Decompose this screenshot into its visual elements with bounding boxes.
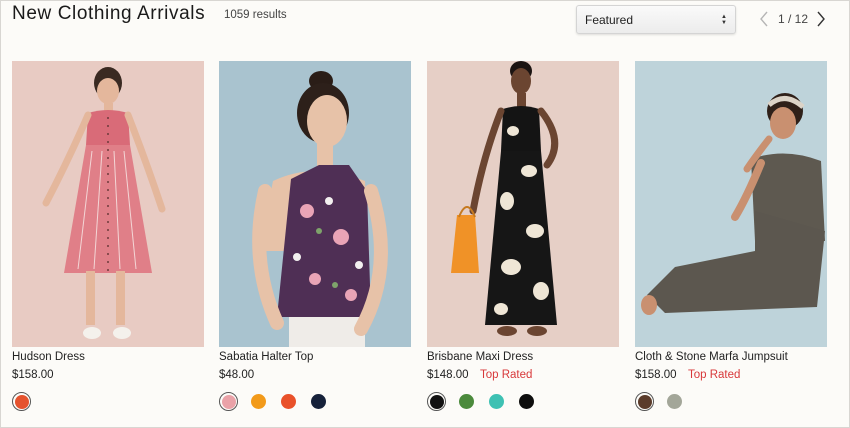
previous-page-button[interactable] [758, 10, 770, 28]
color-swatch[interactable] [249, 392, 268, 411]
sort-selected-value: Featured [585, 12, 634, 27]
product-name[interactable]: Brisbane Maxi Dress [427, 351, 533, 363]
color-swatch[interactable] [12, 392, 31, 411]
chevron-left-icon [760, 11, 768, 27]
top-rated-badge: Top Rated [688, 369, 741, 381]
color-swatch[interactable] [517, 392, 536, 411]
color-swatch[interactable] [219, 392, 238, 411]
product-image[interactable] [12, 61, 204, 347]
color-swatch[interactable] [457, 392, 476, 411]
product-name[interactable]: Sabatia Halter Top [219, 351, 313, 363]
product-card[interactable]: Brisbane Maxi Dress $148.00 Top Rated [427, 61, 619, 411]
product-price: $148.00 [427, 369, 469, 381]
color-swatches [219, 392, 339, 411]
product-card[interactable]: Hudson Dress $158.00 [12, 61, 204, 411]
color-swatch[interactable] [427, 392, 446, 411]
product-price: $158.00 [12, 369, 54, 381]
select-arrows-icon: ▲ ▼ [721, 13, 727, 26]
color-swatch[interactable] [309, 392, 328, 411]
product-price: $158.00 [635, 369, 677, 381]
product-name[interactable]: Cloth & Stone Marfa Jumpsuit [635, 351, 788, 363]
color-swatches [12, 392, 42, 411]
page-indicator: 1 / 12 [778, 12, 809, 26]
color-swatch[interactable] [635, 392, 654, 411]
top-rated-badge: Top Rated [480, 369, 533, 381]
product-card[interactable]: Sabatia Halter Top $48.00 [219, 61, 411, 411]
color-swatch[interactable] [487, 392, 506, 411]
result-count: 1059 results [224, 9, 287, 21]
sort-dropdown[interactable]: Featured ▲ ▼ [576, 5, 736, 34]
product-name[interactable]: Hudson Dress [12, 351, 85, 363]
chevron-right-icon [817, 11, 825, 27]
color-swatch[interactable] [279, 392, 298, 411]
product-image[interactable] [635, 61, 827, 347]
next-page-button[interactable] [815, 10, 827, 28]
page-title: New Clothing Arrivals [12, 3, 206, 24]
color-swatches [427, 392, 547, 411]
color-swatches [635, 392, 695, 411]
product-price: $48.00 [219, 369, 255, 381]
color-swatch[interactable] [665, 392, 684, 411]
product-image[interactable] [427, 61, 619, 347]
product-card[interactable]: Cloth & Stone Marfa Jumpsuit $158.00 Top… [635, 61, 827, 411]
product-image[interactable] [219, 61, 411, 347]
